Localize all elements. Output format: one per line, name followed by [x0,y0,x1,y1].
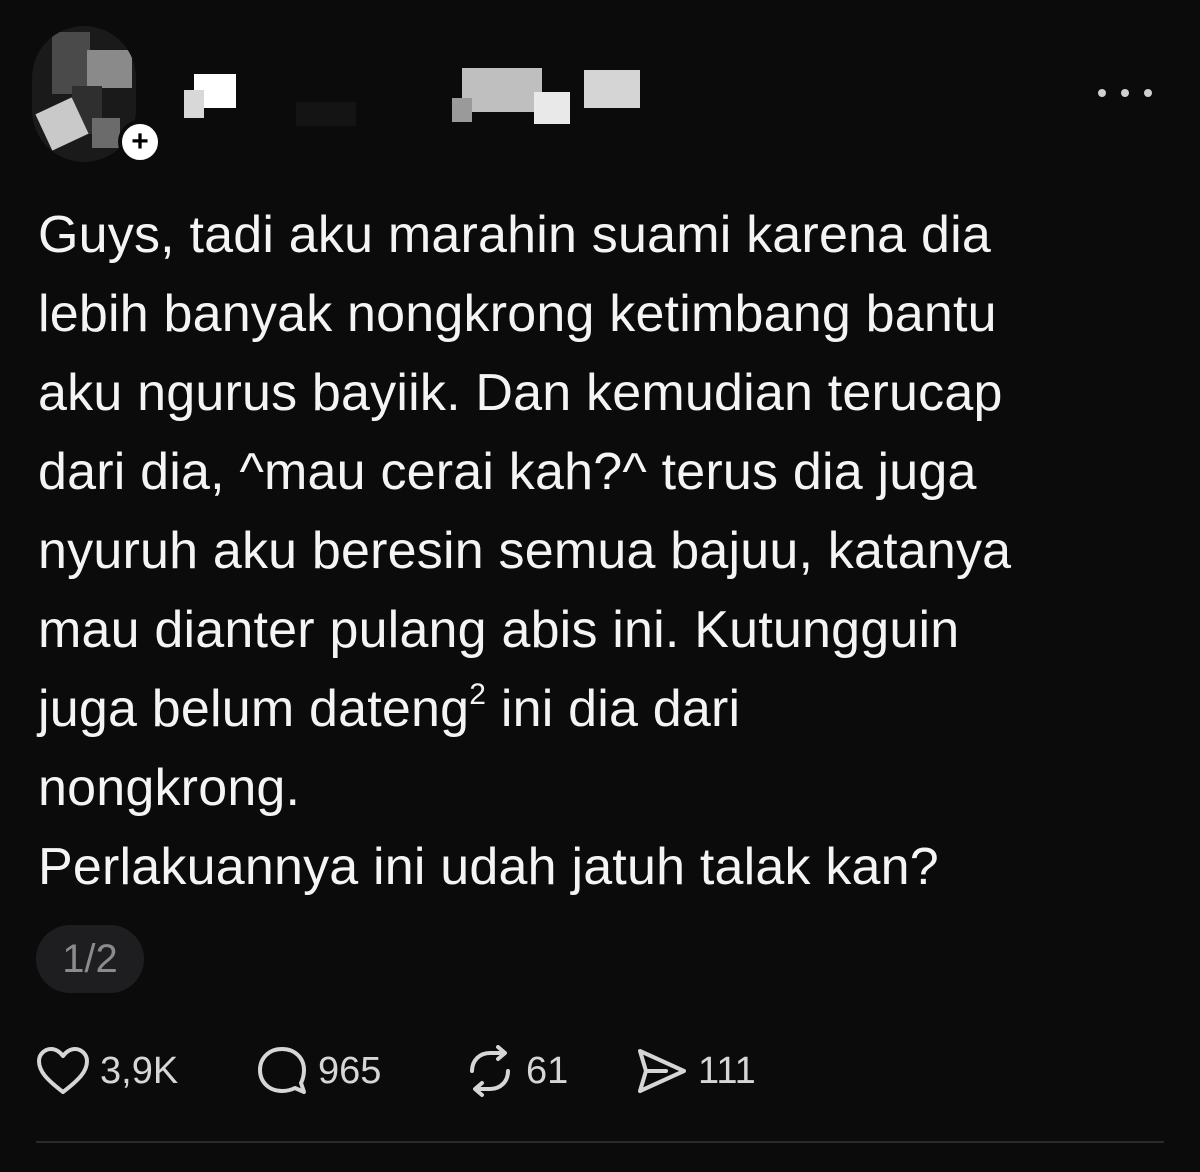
post-divider [36,1141,1164,1143]
post-body-text: Guys, tadi aku marahin suami karena dia … [38,196,1168,907]
redaction-block [584,70,640,108]
superscript-two: 2 [469,678,487,711]
follow-plus-button[interactable]: + [118,120,162,164]
repost-icon [470,1045,510,1097]
dot [1144,89,1152,97]
avatar-pixelated-block [92,118,120,148]
repost-button[interactable]: 61 [464,1045,636,1097]
author-avatar-container[interactable]: + [32,26,162,166]
reply-button[interactable]: 965 [256,1045,464,1097]
share-send-icon [638,1049,686,1093]
redaction-block [462,68,542,112]
post-text-fragment: ini dia dari [486,680,741,738]
share-count: 111 [698,1049,756,1092]
like-button[interactable]: 3,9K [36,1046,256,1096]
redaction-block [184,90,204,118]
post-text-line: aku ngurus bayiik. Dan kemudian terucap [38,364,1003,422]
post-text-line: lebih banyak nongkrong ketimbang bantu [38,285,997,343]
post-text-line: Perlakuannya ini udah jatuh talak kan? [38,838,939,896]
avatar-pixelated-block [52,32,90,94]
reply-bubble-icon [258,1047,306,1094]
heart-icon [37,1047,89,1094]
repost-count: 61 [526,1049,569,1092]
redaction-block [534,92,570,124]
thread-post: + Guys, tadi aku marahin suami karena di… [0,0,1200,1172]
like-count: 3,9K [100,1049,179,1092]
post-actions-bar: 3,9K 965 61 111 [36,1036,776,1106]
username-redacted[interactable] [176,62,646,128]
post-text-line: Guys, tadi aku marahin suami karena dia [38,206,991,264]
post-text-line: mau dianter pulang abis ini. Kutungguin [38,601,960,659]
post-text-line: dari dia, ^mau cerai kah?^ terus dia jug… [38,443,977,501]
post-text-fragment: juga belum dateng [38,680,470,738]
redaction-block [452,98,472,122]
avatar-pixelated-block [87,50,132,88]
share-button[interactable]: 111 [636,1047,776,1095]
post-text-line: nyuruh aku beresin semua bajuu, katanya [38,522,1012,580]
dot [1098,89,1106,97]
post-text-line: juga belum dateng2 ini dia dari [38,670,1168,749]
reply-count: 965 [318,1049,382,1092]
more-horizontal-icon[interactable] [1098,80,1152,106]
post-text-line: nongkrong. [38,759,301,817]
redaction-block [296,102,356,126]
carousel-page-indicator: 1/2 [36,925,144,993]
dot [1121,89,1129,97]
